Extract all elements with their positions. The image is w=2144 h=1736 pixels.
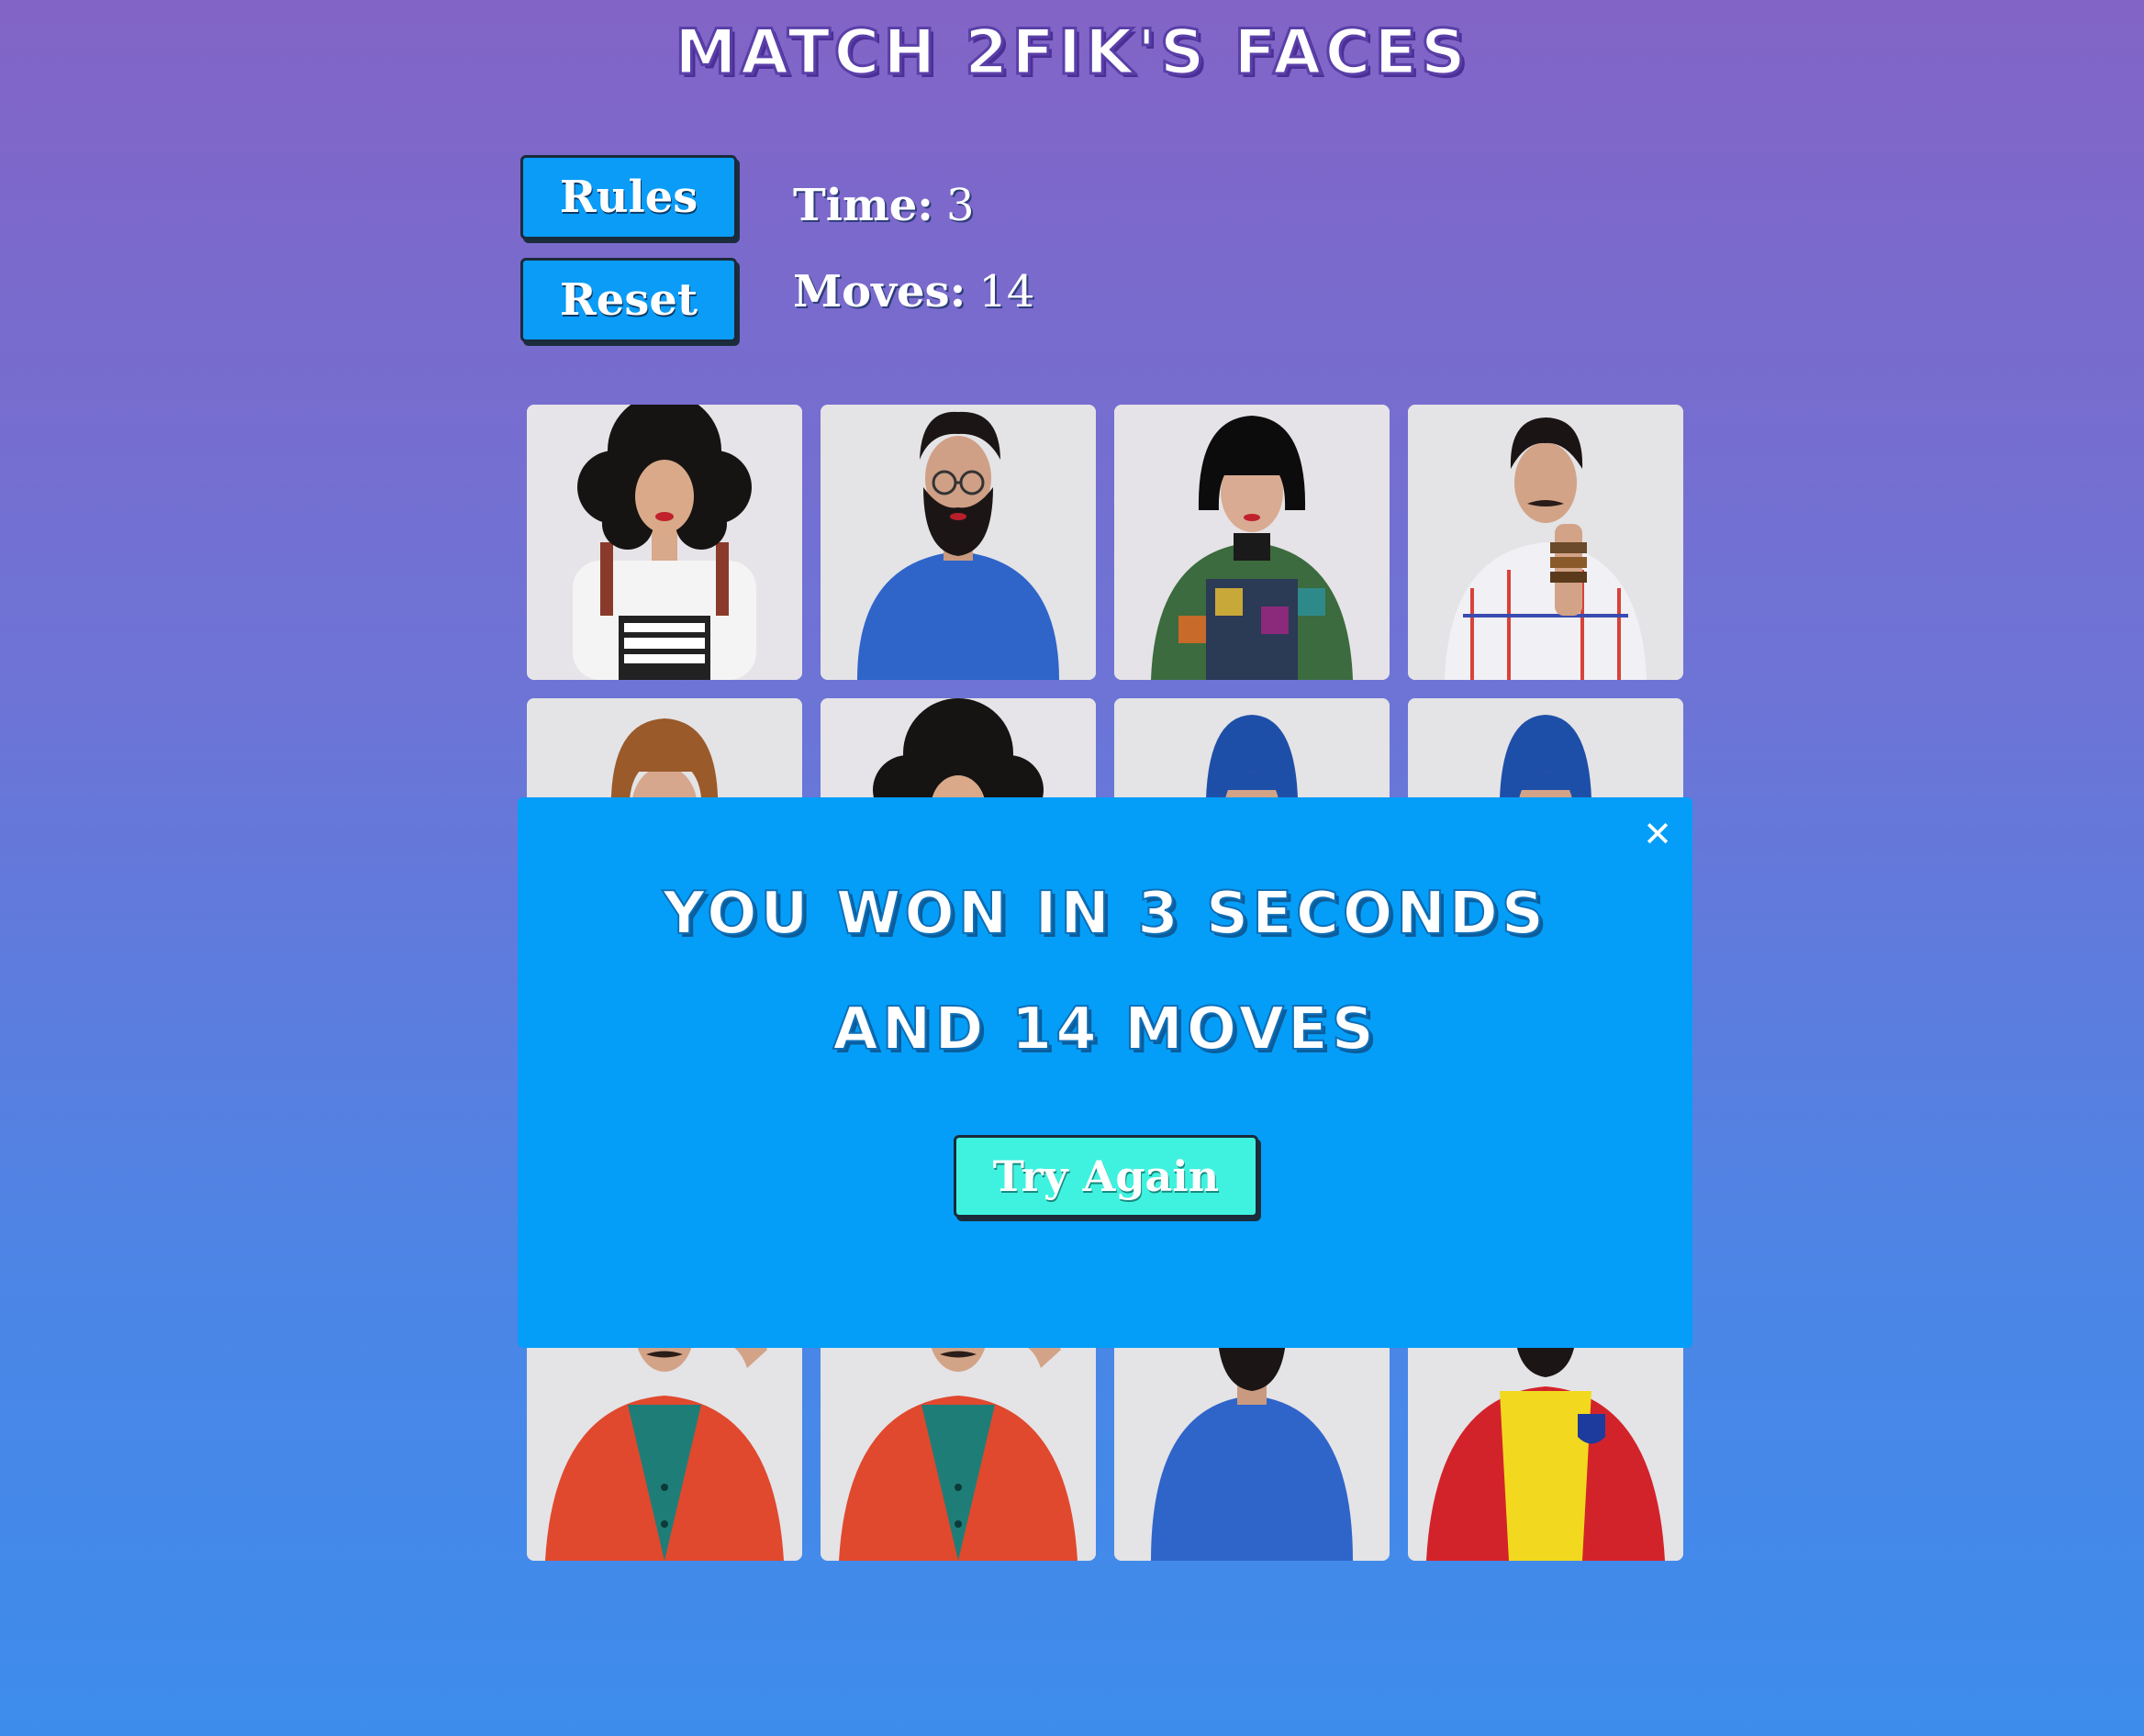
try-again-button[interactable]: Try Again — [954, 1135, 1258, 1218]
win-modal: ✕ You won in 3 seconds and 14 moves Try … — [518, 797, 1692, 1348]
time-label: Time: — [793, 180, 933, 231]
portrait-image — [527, 405, 802, 680]
card-black-bob-wig-patterned-jacket[interactable] — [1114, 405, 1390, 680]
moves-value: 14 — [978, 266, 1035, 317]
time-value: 3 — [946, 180, 975, 231]
card-mustache-white-outfit-bracelets[interactable] — [1408, 405, 1683, 680]
close-icon[interactable]: ✕ — [1643, 814, 1672, 854]
portrait-image — [821, 405, 1096, 680]
reset-button[interactable]: Reset — [520, 258, 737, 342]
portrait-image — [1408, 405, 1683, 680]
win-message-line1: You won in 3 seconds — [662, 879, 1547, 949]
win-message-line2: and 14 moves — [832, 995, 1378, 1064]
time-display: Time: 3 — [793, 180, 975, 231]
portrait-image — [1114, 405, 1390, 680]
page-title: Match 2fik's Faces — [674, 16, 1469, 91]
card-bearded-glasses-blue-shirt[interactable] — [821, 405, 1096, 680]
rules-button[interactable]: Rules — [520, 155, 737, 239]
moves-display: Moves: 14 — [793, 266, 1034, 317]
moves-label: Moves: — [793, 266, 966, 317]
card-afro-wig-parental-advisory-tee[interactable] — [527, 405, 802, 680]
